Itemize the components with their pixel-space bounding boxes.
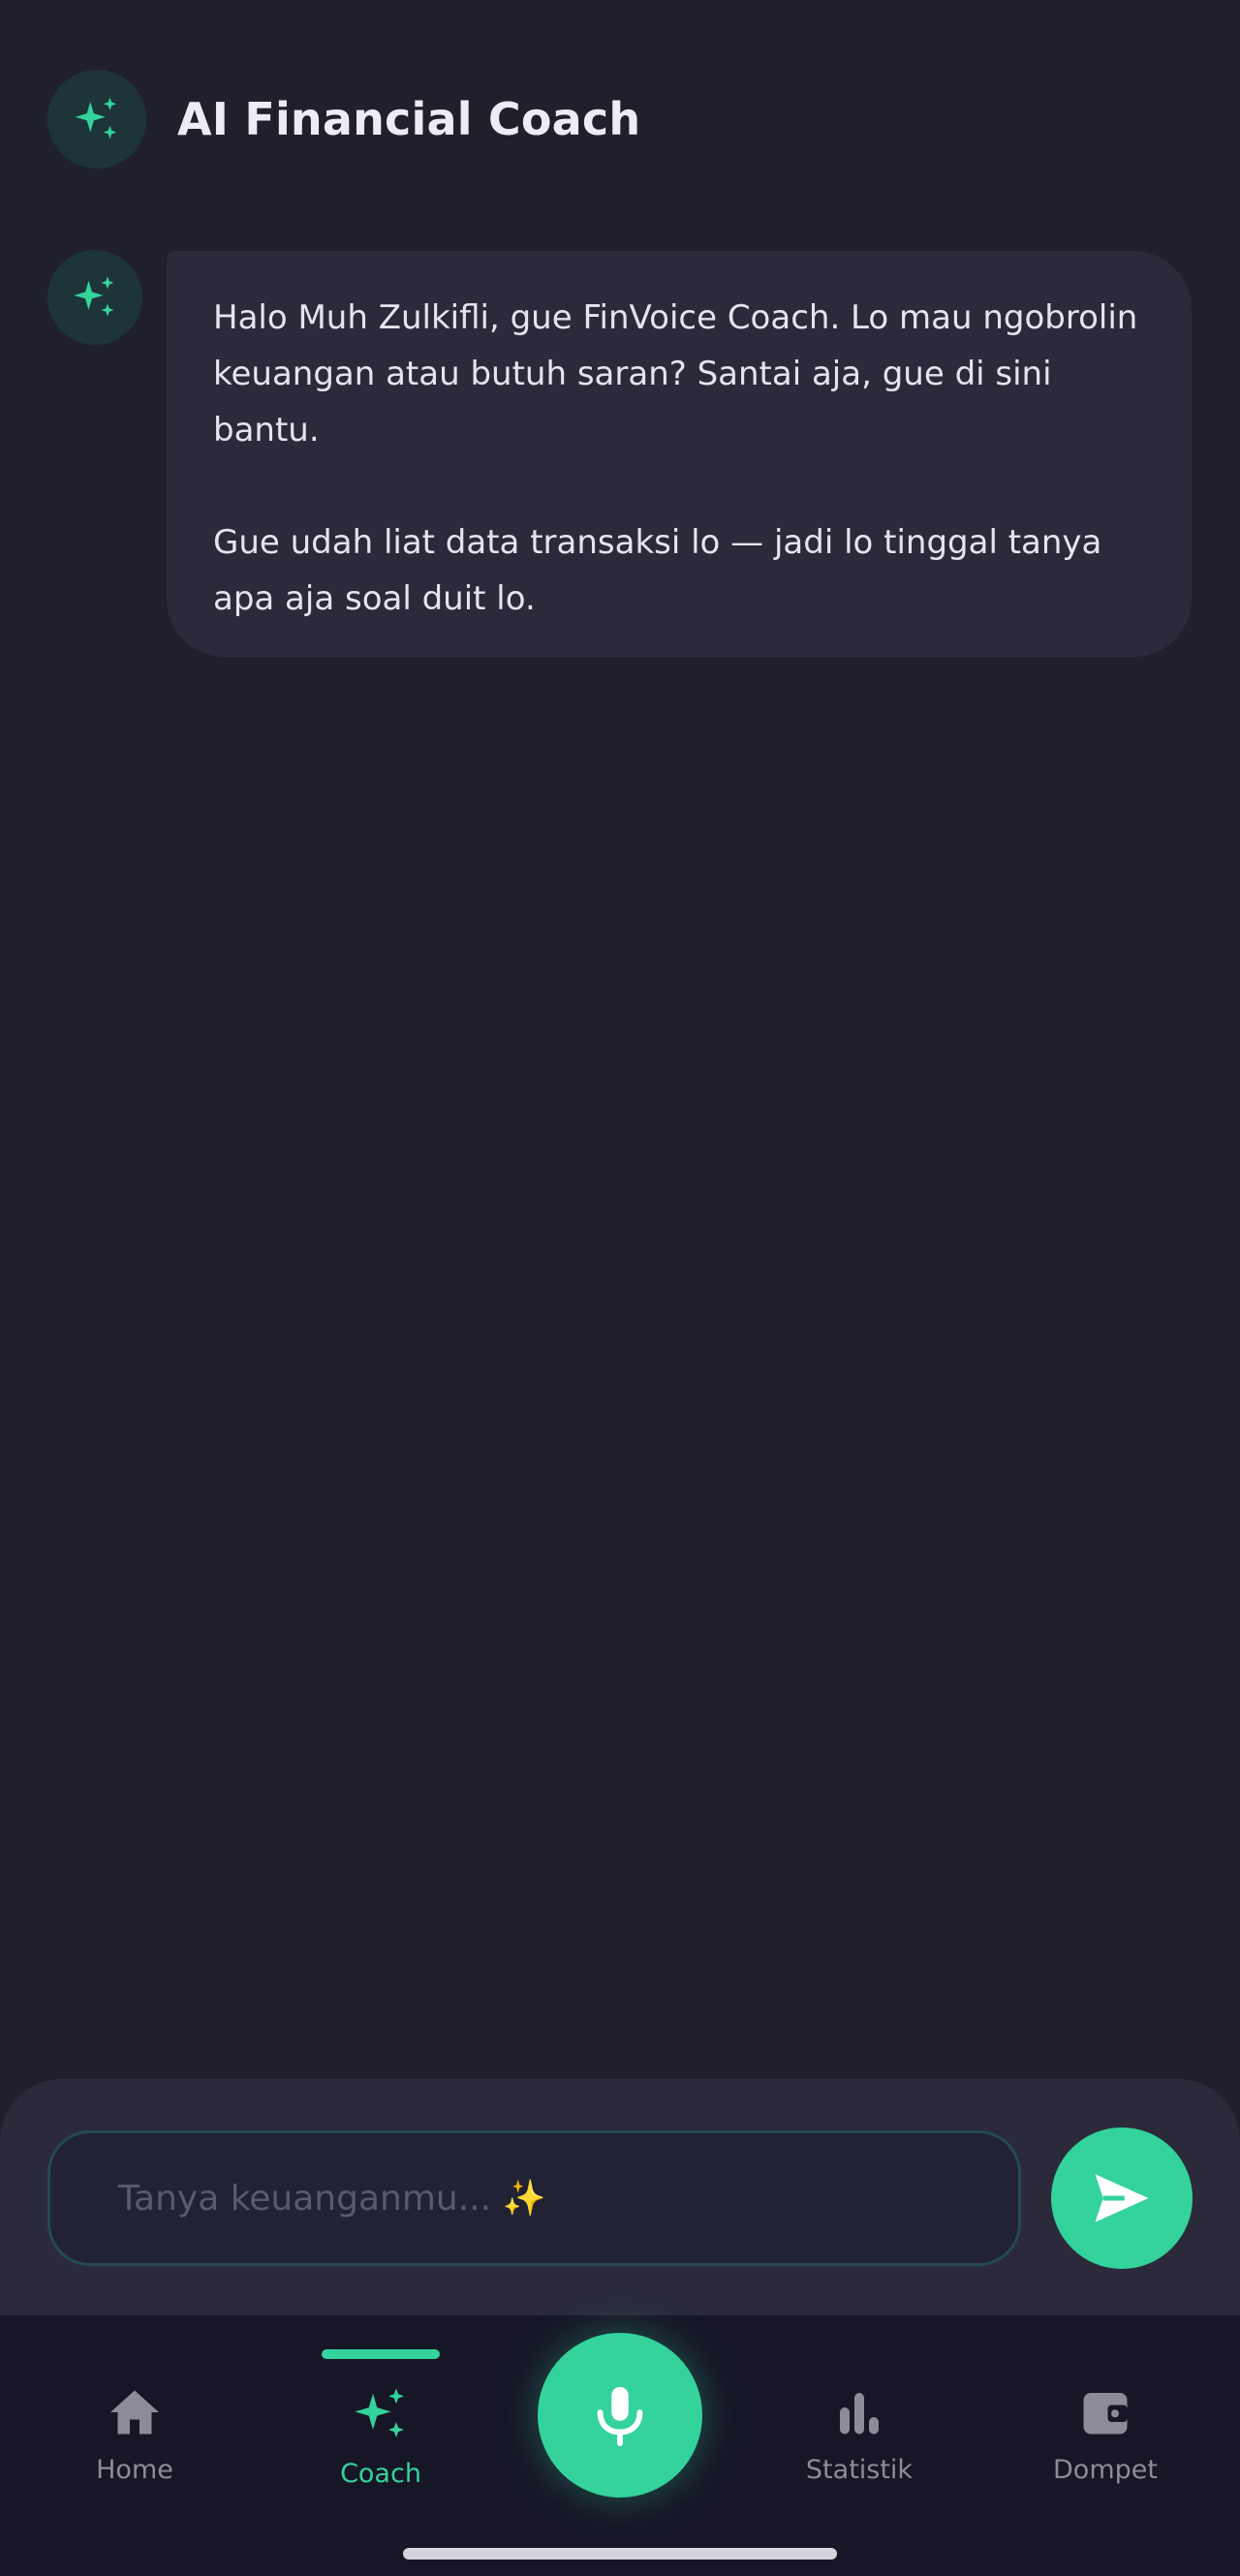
send-button[interactable]	[1051, 2127, 1193, 2269]
message-paragraph: Gue udah liat data transaksi lo — jadi l…	[213, 523, 1102, 618]
message-avatar	[47, 250, 142, 345]
sparkles-icon	[75, 97, 117, 140]
microphone-icon	[597, 2386, 643, 2447]
message-paragraph: Halo Muh Zulkifli, gue FinVoice Coach. L…	[213, 298, 1138, 450]
nav-label-dompet: Dompet	[1053, 2455, 1158, 2485]
nav-item-coach[interactable]: Coach	[284, 2383, 478, 2489]
send-icon	[1095, 2174, 1149, 2222]
coach-message-bubble: Halo Muh Zulkifli, gue FinVoice Coach. L…	[167, 251, 1192, 657]
sparkles-icon	[355, 2388, 404, 2437]
home-icon	[110, 2390, 159, 2435]
message-input-container[interactable]	[47, 2130, 1021, 2266]
nav-label-coach: Coach	[340, 2459, 421, 2489]
page-title: AI Financial Coach	[177, 93, 641, 145]
system-home-indicator	[403, 2548, 837, 2560]
page-header: AI Financial Coach	[47, 70, 640, 169]
nav-label-statistik: Statistik	[805, 2455, 914, 2485]
voice-input-button[interactable]	[538, 2333, 702, 2498]
message-input[interactable]	[118, 2178, 1018, 2219]
coach-avatar	[47, 70, 146, 169]
bar-chart-icon	[840, 2393, 879, 2435]
nav-item-dompet[interactable]: Dompet	[1008, 2383, 1202, 2485]
nav-label-home: Home	[96, 2455, 173, 2485]
message-composer	[0, 2079, 1240, 2315]
active-tab-indicator	[322, 2349, 440, 2359]
nav-item-statistik[interactable]: Statistik	[762, 2383, 956, 2485]
wallet-icon	[1083, 2393, 1128, 2435]
sparkles-icon	[74, 276, 114, 317]
bottom-navigation: Home Coach Statistik Dompet	[0, 2315, 1240, 2576]
app-screen: AI Financial Coach Halo Muh Zulkifli, gu…	[0, 0, 1240, 2576]
coach-avatar-small	[47, 250, 142, 345]
nav-item-home[interactable]: Home	[38, 2383, 232, 2485]
